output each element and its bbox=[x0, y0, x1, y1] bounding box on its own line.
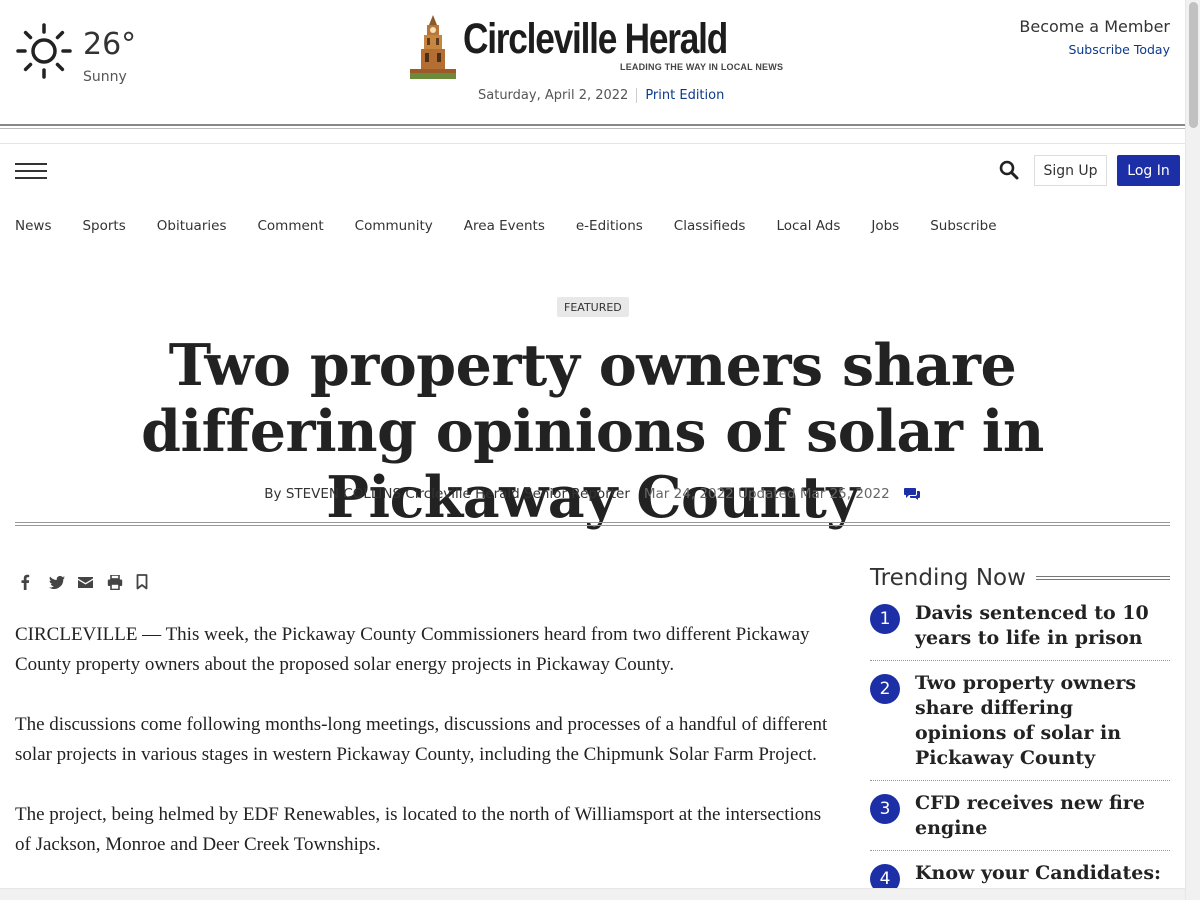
search-icon[interactable] bbox=[999, 160, 1019, 180]
current-date: Saturday, April 2, 2022 bbox=[478, 88, 638, 103]
menu-icon[interactable] bbox=[15, 163, 47, 181]
header-divider bbox=[0, 124, 1185, 126]
trending-rank: 4 bbox=[870, 864, 900, 888]
section-nav: News Sports Obituaries Comment Community… bbox=[15, 218, 1028, 234]
article-paragraph: The discussions come following months-lo… bbox=[15, 714, 828, 765]
header-divider-thin bbox=[0, 128, 1185, 129]
article-byline: By STEVEN COLLINS Circleville Herald Sen… bbox=[0, 486, 1185, 502]
article-body: CIRCLEVILLE — This week, the Pickaway Co… bbox=[15, 620, 835, 888]
print-icon[interactable] bbox=[107, 572, 136, 592]
nav-item-community[interactable]: Community bbox=[355, 218, 433, 234]
headline-divider-2 bbox=[15, 525, 1170, 526]
trending-item[interactable]: 2 Two property owners share differing op… bbox=[870, 661, 1170, 781]
trending-header: Trending Now bbox=[870, 565, 1170, 591]
site-tagline: LEADING THE WAY IN LOCAL NEWS bbox=[620, 62, 784, 72]
comments-icon[interactable] bbox=[903, 487, 921, 501]
trending-item[interactable]: 4 Know your Candidates: Republican Prima… bbox=[870, 851, 1170, 888]
page: 26° Sunny Circleville Herald LEADING THE… bbox=[0, 0, 1185, 888]
trending-link[interactable]: Davis sentenced to 10 years to life in p… bbox=[915, 601, 1170, 651]
sign-up-button[interactable]: Sign Up bbox=[1034, 155, 1107, 186]
nav-item-e-editions[interactable]: e-Editions bbox=[576, 218, 643, 234]
nav-item-local-ads[interactable]: Local Ads bbox=[776, 218, 840, 234]
share-toolbar bbox=[20, 572, 165, 592]
trending-link[interactable]: Know your Candidates: Republican Primary… bbox=[915, 861, 1170, 888]
bookmark-icon[interactable] bbox=[136, 572, 165, 592]
trending-item[interactable]: 1 Davis sentenced to 10 years to life in… bbox=[870, 591, 1170, 661]
trending-link[interactable]: CFD receives new fire engine bbox=[915, 791, 1170, 841]
weather-condition: Sunny bbox=[83, 69, 127, 85]
site-title: Circleville Herald bbox=[463, 15, 728, 63]
trending-link[interactable]: Two property owners share differing opin… bbox=[915, 671, 1170, 771]
headline-divider bbox=[15, 522, 1170, 523]
trending-title-rule bbox=[1035, 576, 1170, 580]
facebook-icon[interactable] bbox=[20, 572, 49, 592]
article-paragraph: CIRCLEVILLE — This week, the Pickaway Co… bbox=[15, 624, 810, 675]
dateline: Saturday, April 2, 2022 Print Edition bbox=[478, 88, 724, 103]
temperature: 26° bbox=[83, 27, 137, 62]
trending-item[interactable]: 3 CFD receives new fire engine bbox=[870, 781, 1170, 851]
vertical-scrollbar[interactable] bbox=[1185, 0, 1200, 900]
nav-item-comment[interactable]: Comment bbox=[257, 218, 323, 234]
weather-widget[interactable]: 26° Sunny bbox=[15, 22, 137, 85]
nav-item-area-events[interactable]: Area Events bbox=[464, 218, 545, 234]
courthouse-tower-icon bbox=[410, 15, 456, 79]
nav-divider bbox=[0, 143, 1185, 144]
publish-dates: Mar 24, 2022 Updated Mar 25, 2022 bbox=[643, 486, 890, 502]
site-logo[interactable]: Circleville Herald LEADING THE WAY IN LO… bbox=[410, 15, 784, 79]
nav-item-news[interactable]: News bbox=[15, 218, 51, 234]
trending-rank: 1 bbox=[870, 604, 900, 634]
log-in-button[interactable]: Log In bbox=[1117, 155, 1180, 186]
twitter-icon[interactable] bbox=[49, 572, 78, 592]
author-byline[interactable]: By STEVEN COLLINS Circleville Herald Sen… bbox=[264, 486, 630, 502]
trending-rank: 2 bbox=[870, 674, 900, 704]
trending-title: Trending Now bbox=[870, 565, 1026, 591]
email-icon[interactable] bbox=[78, 572, 107, 592]
nav-item-subscribe[interactable]: Subscribe bbox=[930, 218, 996, 234]
trending-rank: 3 bbox=[870, 794, 900, 824]
featured-badge[interactable]: FEATURED bbox=[557, 297, 629, 317]
nav-item-sports[interactable]: Sports bbox=[82, 218, 125, 234]
sun-icon bbox=[16, 23, 72, 79]
subscribe-today-link[interactable]: Subscribe Today bbox=[1019, 42, 1170, 57]
nav-item-jobs[interactable]: Jobs bbox=[871, 218, 899, 234]
horizontal-scrollbar[interactable] bbox=[0, 888, 1185, 900]
nav-item-obituaries[interactable]: Obituaries bbox=[157, 218, 227, 234]
nav-item-classifieds[interactable]: Classifieds bbox=[674, 218, 746, 234]
scrollbar-thumb[interactable] bbox=[1189, 2, 1198, 128]
print-edition-link[interactable]: Print Edition bbox=[637, 88, 724, 103]
trending-sidebar: Trending Now 1 Davis sentenced to 10 yea… bbox=[870, 565, 1170, 888]
membership-promo: Become a Member Subscribe Today bbox=[1019, 17, 1170, 57]
article-paragraph: The project, being helmed by EDF Renewab… bbox=[15, 804, 822, 855]
become-member-link[interactable]: Become a Member bbox=[1019, 17, 1170, 36]
